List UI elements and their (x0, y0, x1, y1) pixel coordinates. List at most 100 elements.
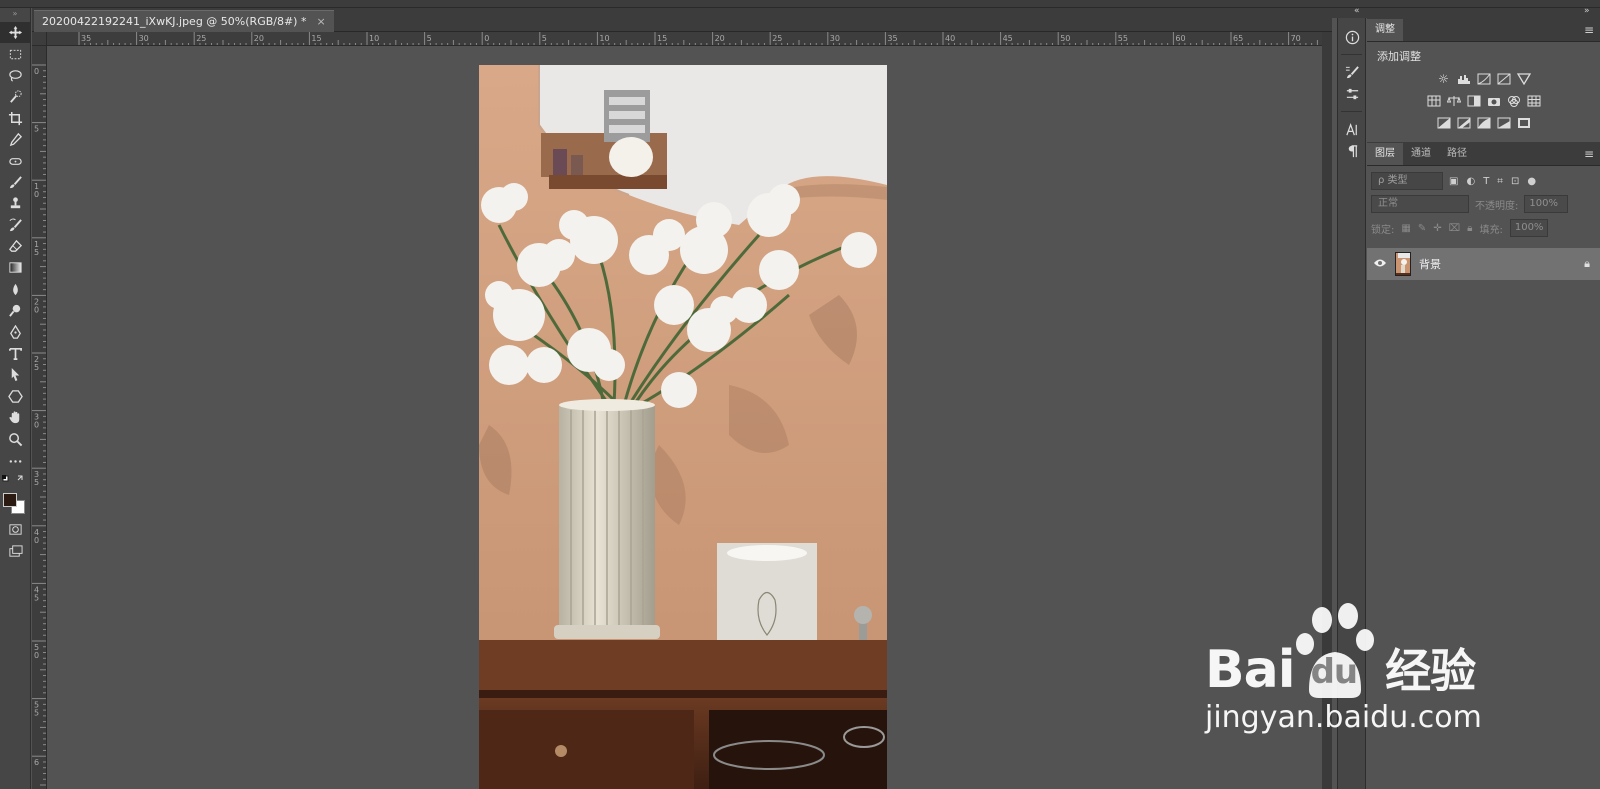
paragraph-panel-button[interactable] (1338, 140, 1367, 162)
tab-paths[interactable]: 路径 (1439, 143, 1475, 165)
filter-toggle-icon[interactable]: ● (1527, 176, 1536, 187)
baidu-jingyan-watermark: Bai du 经验 jingyan.baidu.com (1205, 600, 1505, 740)
tab-layers[interactable]: 图层 (1367, 143, 1403, 165)
ruler-label: 65 (1233, 34, 1243, 43)
properties-button[interactable] (1338, 83, 1367, 105)
foreground-color-swatch[interactable] (3, 493, 17, 508)
stamp-tool[interactable] (0, 193, 31, 214)
ruler-label: 25 (196, 34, 206, 43)
layer-name[interactable]: 背景 (1419, 256, 1441, 272)
zoom-icon (9, 432, 23, 446)
vibrance-icon[interactable] (1516, 72, 1531, 86)
adjustments-title: 添加调整 (1377, 50, 1421, 63)
hue-sat-icon[interactable] (1427, 94, 1441, 108)
document-tab[interactable]: 20200422192241_iXwKJ.jpeg @ 50%(RGB/8#) … (34, 10, 334, 32)
tab-channels[interactable]: 通道 (1403, 143, 1439, 165)
lock-transparent-icon[interactable]: ▦ (1401, 223, 1410, 234)
lock-position-icon[interactable]: ✛ (1433, 223, 1441, 234)
panel-menu-icon[interactable]: ≡ (1584, 23, 1594, 37)
selective-color-icon[interactable] (1517, 116, 1531, 130)
dodge-tool[interactable] (0, 300, 31, 321)
color-swatches[interactable] (0, 491, 30, 519)
fill-field[interactable]: 100% (1509, 219, 1548, 237)
brush-tool[interactable] (0, 172, 31, 193)
eraser-icon (9, 239, 23, 252)
path-select-tool[interactable] (0, 364, 31, 385)
ruler-origin[interactable] (32, 32, 47, 46)
blur-icon (13, 283, 18, 295)
pen-tool[interactable] (0, 321, 31, 342)
blur-tool[interactable] (0, 279, 31, 300)
toolbar-grip-icon[interactable]: » (0, 8, 30, 22)
adjustments-panel-tabs: 调整 ≡ (1367, 18, 1600, 42)
swap-reset-colors[interactable] (0, 471, 30, 491)
filter-type-icon[interactable]: T (1483, 176, 1489, 187)
posterize-icon[interactable] (1457, 116, 1471, 130)
layers-panel-menu-icon[interactable]: ≡ (1584, 147, 1594, 161)
crop-tool[interactable] (0, 108, 31, 129)
invert-icon[interactable] (1437, 116, 1451, 130)
threshold-icon[interactable] (1477, 116, 1491, 130)
brush-settings-button[interactable] (1338, 61, 1367, 83)
canvas-image[interactable]: NODAVAL ANIC (479, 65, 887, 789)
type-tool[interactable] (0, 343, 31, 364)
bw-icon[interactable] (1467, 94, 1481, 108)
quick-select-tool[interactable] (0, 86, 31, 107)
vertical-ruler[interactable]: 05101520253035404550556 (32, 46, 47, 789)
healing-tool[interactable] (0, 150, 31, 171)
visibility-eye-icon[interactable] (1373, 258, 1387, 271)
pen-icon (10, 324, 21, 339)
fill-label: 填充: (1479, 224, 1503, 236)
collapse-right-icon[interactable]: » (1584, 6, 1590, 16)
shape-icon (8, 390, 23, 403)
lock-artboard-icon[interactable]: ⌧ (1449, 223, 1461, 234)
info-panel-button[interactable] (1338, 26, 1367, 48)
collapse-left-icon[interactable]: « (1354, 6, 1360, 16)
lasso-icon (9, 70, 22, 82)
filter-adjustment-icon[interactable]: ◐ (1466, 176, 1475, 187)
curves-icon[interactable] (1477, 72, 1491, 86)
screen-mode-button[interactable] (0, 541, 31, 562)
eyedropper-tool[interactable] (0, 129, 31, 150)
gradient-map-icon[interactable] (1497, 116, 1511, 130)
filter-pixel-icon[interactable]: ▣ (1449, 176, 1458, 187)
channel-mixer-icon[interactable] (1507, 94, 1521, 108)
filter-shape-icon[interactable]: ⌗ (1497, 176, 1503, 187)
horizontal-ruler[interactable]: 35 30 25 20 15 10 5 0 5 10 15 20 25 30 35 40 45 50 55 60 65 7… (47, 32, 1323, 46)
levels-icon[interactable] (1457, 72, 1471, 86)
layer-row[interactable]: 背景 🔒︎ (1367, 248, 1600, 280)
healing-icon (9, 157, 22, 165)
shape-tool[interactable] (0, 386, 31, 407)
panel-collapse-strip[interactable]: « » (1332, 6, 1600, 18)
ruler-label: 30 (139, 34, 149, 43)
crop-icon (8, 111, 23, 125)
quick-mask-button[interactable] (0, 519, 31, 540)
tab-adjustments[interactable]: 调整 (1367, 19, 1403, 41)
filter-smart-object-icon[interactable]: ⊡ (1511, 176, 1519, 187)
brightness-icon[interactable]: ☼ (1437, 72, 1451, 86)
opacity-field[interactable]: 100% (1524, 195, 1569, 213)
character-panel-button[interactable] (1338, 118, 1367, 140)
ruler-label: 0 (34, 651, 39, 660)
ruler-label: 0 (484, 34, 489, 43)
ruler-label: 0 (34, 305, 39, 314)
color-balance-icon[interactable] (1446, 94, 1461, 108)
lock-image-icon[interactable]: ✎ (1418, 223, 1426, 234)
marquee-tool[interactable] (0, 43, 31, 64)
close-tab-icon[interactable]: × (316, 15, 325, 28)
eraser-tool[interactable] (0, 236, 31, 257)
gradient-tool[interactable] (0, 257, 31, 278)
zoom-tool[interactable] (0, 428, 31, 449)
photo-filter-icon[interactable] (1487, 94, 1501, 108)
color-lookup-icon[interactable] (1527, 94, 1541, 108)
exposure-icon[interactable] (1497, 72, 1511, 86)
more-tools[interactable] (0, 450, 31, 471)
layer-kind-filter[interactable]: ρ 类型 (1371, 172, 1443, 190)
lock-all-icon[interactable]: 🔒︎ (1467, 223, 1472, 234)
hand-tool[interactable] (0, 407, 31, 428)
info-icon (1345, 30, 1360, 44)
blend-mode-select[interactable]: 正常 (1371, 195, 1469, 213)
history-brush-tool[interactable] (0, 215, 31, 236)
lasso-tool[interactable] (0, 65, 31, 86)
move-tool[interactable] (0, 22, 31, 44)
